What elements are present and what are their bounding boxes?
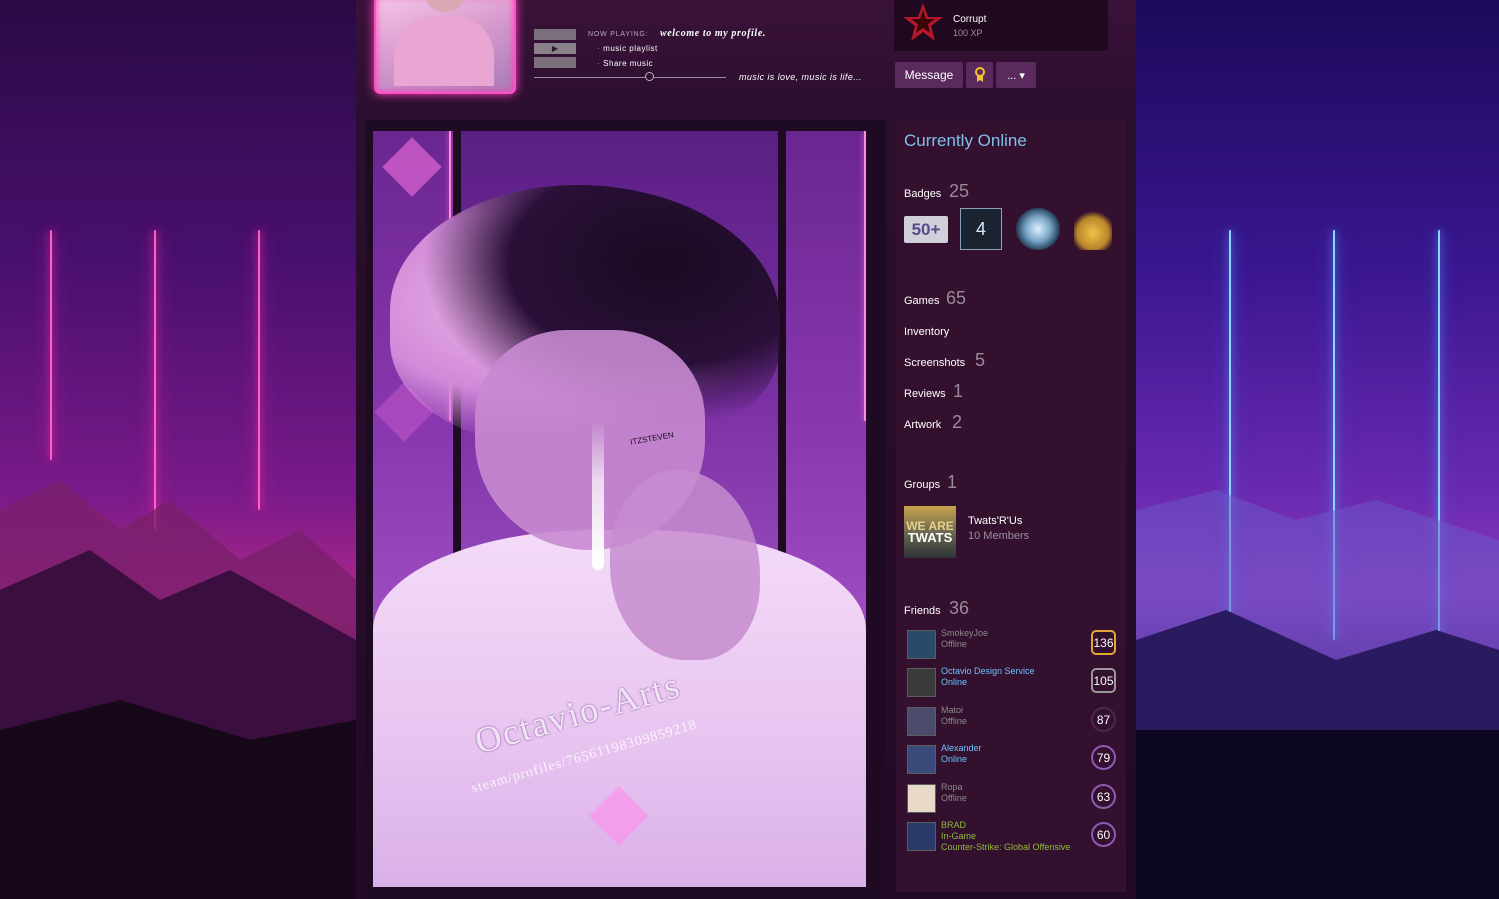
music-player-controls: ▶: [534, 29, 576, 71]
artwork-count[interactable]: 2: [952, 412, 962, 433]
more-actions-dropdown[interactable]: ... ▾: [996, 62, 1036, 88]
friend-level-badge: 87: [1091, 707, 1116, 732]
group-logo-text: TWATS: [907, 530, 953, 545]
award-icon: [974, 67, 985, 82]
friend-status: Offline: [941, 793, 967, 803]
friend-name[interactable]: Matoi: [941, 705, 963, 715]
playlist-link[interactable]: · music playlist: [597, 44, 658, 53]
background-right-scene: [1136, 0, 1499, 899]
avatar-shirt: [394, 16, 494, 86]
friend-row[interactable]: Matoi Offline 87: [904, 705, 1118, 741]
pentagram-badge-icon[interactable]: [902, 2, 944, 42]
mountain-silhouette: [0, 480, 356, 899]
badge-50-plus[interactable]: 50+: [904, 216, 948, 243]
friend-row[interactable]: Ropa Offline 63: [904, 782, 1118, 818]
mountain-silhouette: [1136, 490, 1499, 899]
neon-light-bar: [50, 230, 52, 460]
online-status: Currently Online: [904, 131, 1027, 150]
avatar-face: [424, 0, 466, 12]
friend-level-badge: 63: [1091, 784, 1116, 809]
xp-value: 100 XP: [953, 28, 983, 38]
badge-snowflake-icon[interactable]: [1016, 208, 1060, 250]
screenshots-link[interactable]: Screenshots: [904, 357, 965, 369]
friends-link[interactable]: Friends: [904, 605, 941, 617]
friend-avatar[interactable]: [907, 822, 936, 851]
screenshots-count[interactable]: 5: [975, 350, 985, 371]
friends-count[interactable]: 36: [949, 598, 969, 619]
award-button[interactable]: [966, 62, 993, 88]
message-button[interactable]: Message: [895, 62, 963, 88]
friend-name[interactable]: BRAD: [941, 820, 966, 830]
neon-light-bar: [258, 230, 260, 510]
friend-row[interactable]: Alexander Online 79: [904, 743, 1118, 779]
volume-slider[interactable]: [534, 77, 726, 78]
group-avatar[interactable]: WE ARE TWATS: [904, 506, 956, 558]
games-count[interactable]: 65: [946, 288, 966, 309]
share-music-link[interactable]: · Share music: [597, 59, 653, 68]
friend-row[interactable]: SmokeyJoe Offline 136: [904, 628, 1118, 664]
friend-level-badge: 105: [1091, 668, 1116, 693]
friend-level-badge: 60: [1091, 822, 1116, 847]
friend-level-badge: 79: [1091, 745, 1116, 770]
bullet-icon: ·: [597, 59, 601, 68]
friend-avatar[interactable]: [907, 745, 936, 774]
groups-count[interactable]: 1: [947, 472, 957, 493]
friend-name[interactable]: Ropa: [941, 782, 963, 792]
badge-treasure-icon[interactable]: [1074, 208, 1112, 250]
friend-status: In-Game: [941, 831, 977, 841]
friend-avatar[interactable]: [907, 630, 936, 659]
artwork-smoke: [592, 420, 604, 570]
group-name[interactable]: Twats'R'Us: [968, 515, 1022, 527]
bullet-icon: ·: [597, 44, 601, 53]
group-members: 10 Members: [968, 530, 1030, 542]
friend-name[interactable]: Alexander: [941, 743, 982, 753]
xp-badge-name: Corrupt: [953, 14, 987, 25]
profile-tagline: music is love, music is life...: [739, 72, 862, 82]
friend-status: Online: [941, 754, 968, 764]
friend-name[interactable]: SmokeyJoe: [941, 628, 988, 638]
friend-avatar[interactable]: [907, 707, 936, 736]
player-bar-icon[interactable]: [534, 57, 576, 68]
badge-years-of-service[interactable]: 4: [960, 208, 1002, 250]
badges-count[interactable]: 25: [949, 181, 969, 202]
friend-status: Offline: [941, 639, 967, 649]
reviews-link[interactable]: Reviews: [904, 388, 946, 400]
friend-avatar[interactable]: [907, 784, 936, 813]
friend-status: Online: [941, 677, 968, 687]
now-playing-title: welcome to my profile.: [660, 28, 766, 39]
friend-level-badge: 136: [1091, 630, 1116, 655]
groups-link[interactable]: Groups: [904, 479, 940, 491]
volume-slider-handle[interactable]: [645, 72, 654, 81]
decor-diamond: [382, 137, 442, 197]
friend-avatar[interactable]: [907, 668, 936, 697]
badges-link[interactable]: Badges: [904, 188, 941, 200]
inventory-link[interactable]: Inventory: [904, 326, 949, 338]
friend-current-game: Counter-Strike: Global Offensive: [941, 842, 1071, 852]
reviews-count[interactable]: 1: [953, 381, 963, 402]
player-bar-icon[interactable]: [534, 29, 576, 40]
play-button[interactable]: ▶: [534, 43, 576, 54]
friend-row[interactable]: BRAD In-Game Counter-Strike: Global Offe…: [904, 820, 1118, 856]
friend-name[interactable]: Octavio Design Service: [941, 666, 1035, 676]
friend-status: Offline: [941, 716, 967, 726]
artwork-link[interactable]: Artwork: [904, 419, 941, 431]
friend-row[interactable]: Octavio Design Service Online 105: [904, 666, 1118, 702]
profile-avatar[interactable]: [374, 0, 516, 94]
play-icon: ▶: [551, 44, 559, 53]
now-playing-label: NOW PLAYING:: [588, 31, 649, 38]
background-left-scene: [0, 0, 356, 899]
games-link[interactable]: Games: [904, 295, 939, 307]
